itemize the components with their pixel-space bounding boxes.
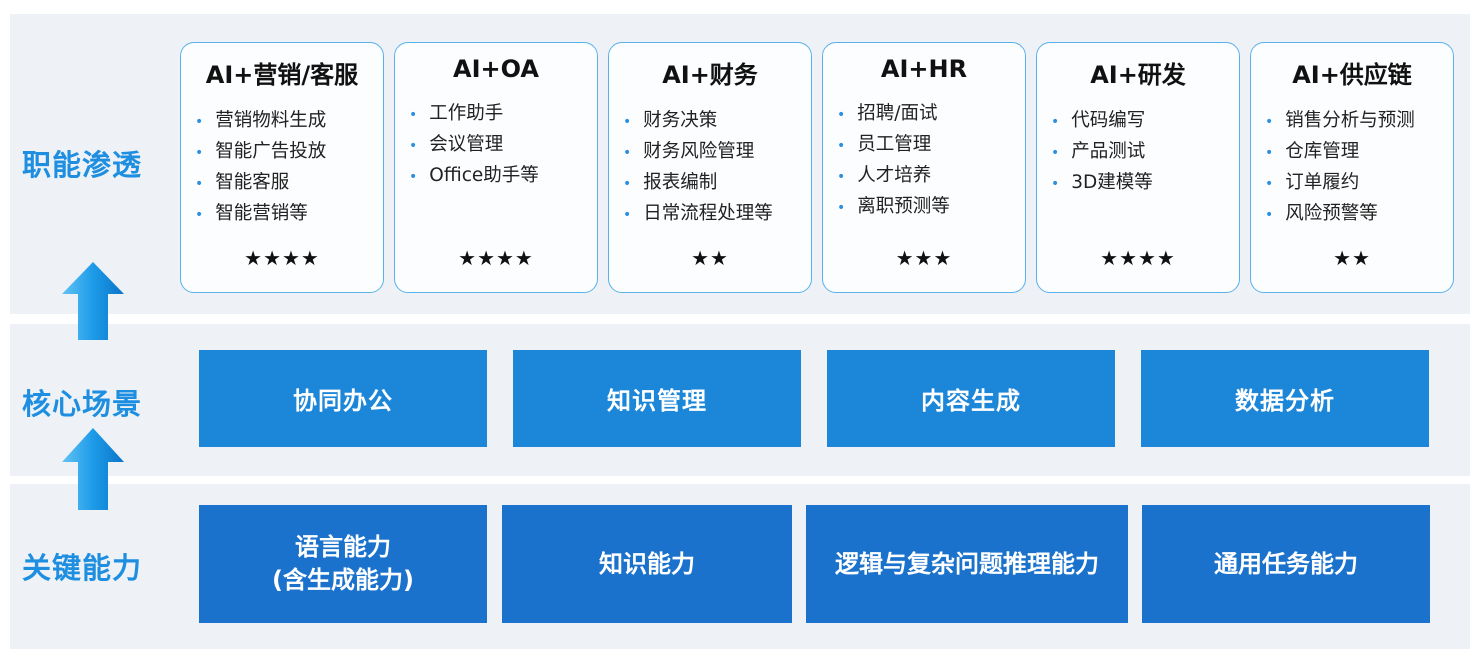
card-item-list: • 代码编写 • 产品测试 • 3D建模等 (1037, 106, 1239, 199)
capability-label: 通用任务能力 (1214, 549, 1358, 578)
list-item: • 日常流程处理等 (623, 203, 773, 224)
list-item: • 代码编写 (1051, 110, 1146, 131)
list-item: • 财务风险管理 (623, 141, 755, 162)
capability-label: 逻辑与复杂问题推理能力 (835, 549, 1099, 578)
bullet-icon: • (1051, 114, 1060, 130)
list-item: • Office助手等 (409, 165, 539, 186)
card-title: AI+供应链 (1292, 61, 1412, 89)
list-item: • 风险预警等 (1265, 203, 1378, 224)
list-item: • 离职预测等 (837, 196, 950, 217)
scenario-box: 知识管理 (513, 350, 801, 447)
bullet-icon: • (623, 176, 632, 192)
bullet-icon: • (1265, 176, 1274, 192)
capability-box: 逻辑与复杂问题推理能力 (806, 505, 1128, 623)
capability-box: 语言能力 (含生成能力) (199, 505, 487, 623)
bullet-icon: • (837, 138, 846, 154)
list-item: • 智能营销等 (195, 203, 308, 224)
bullet-icon: • (195, 176, 204, 192)
card-title: AI+研发 (1090, 61, 1186, 89)
bullet-icon: • (1265, 114, 1274, 130)
list-item: • 报表编制 (623, 172, 718, 193)
scenario-box: 内容生成 (827, 350, 1115, 447)
bullet-icon: • (1051, 176, 1060, 192)
capabilities-row-label: 关键能力 (22, 551, 143, 585)
card-item-list: • 工作助手 • 会议管理 • Office助手等 (395, 99, 597, 192)
list-item: • 招聘/面试 (837, 103, 938, 124)
card-title: AI+OA (453, 55, 539, 83)
capability-label: 语言能力 (295, 533, 391, 561)
scenario-box: 数据分析 (1141, 350, 1429, 447)
bullet-icon: • (837, 169, 846, 185)
list-item: • 智能客服 (195, 172, 290, 193)
up-arrow-icon (62, 262, 124, 340)
list-item: • 3D建模等 (1051, 172, 1153, 193)
list-item: • 员工管理 (837, 134, 932, 155)
list-item: • 会议管理 (409, 134, 504, 155)
bullet-icon: • (195, 145, 204, 161)
bullet-icon: • (623, 114, 632, 130)
up-arrow-icon (62, 428, 124, 510)
card-title: AI+HR (880, 55, 968, 83)
function-card: AI+HR • 招聘/面试 • 员工管理 • 人才培养 • 离职预测等 ★★★ (822, 42, 1026, 293)
capability-sublabel: (含生成能力) (272, 566, 414, 594)
function-card: AI+研发 • 代码编写 • 产品测试 • 3D建模等 ★★★★ (1036, 42, 1240, 293)
scenario-box: 协同办公 (199, 350, 487, 447)
list-item: • 产品测试 (1051, 141, 1146, 162)
star-rating: ★★★★ (244, 246, 320, 270)
function-card: AI+供应链 • 销售分析与预测 • 仓库管理 • 订单履约 • 风险预警等 ★★ (1250, 42, 1454, 293)
capability-box: 通用任务能力 (1142, 505, 1430, 623)
function-card: AI+OA • 工作助手 • 会议管理 • Office助手等 ★★★★ (394, 42, 598, 293)
bullet-icon: • (837, 107, 846, 123)
bullet-icon: • (409, 169, 418, 185)
function-card: AI+财务 • 财务决策 • 财务风险管理 • 报表编制 • 日常流程处理等 ★★ (608, 42, 812, 293)
star-rating: ★★ (691, 246, 729, 270)
list-item: • 财务决策 (623, 110, 718, 131)
card-item-list: • 销售分析与预测 • 仓库管理 • 订单履约 • 风险预警等 (1251, 106, 1453, 230)
bullet-icon: • (1265, 145, 1274, 161)
bullet-icon: • (195, 114, 204, 130)
card-title: AI+营销/客服 (205, 61, 359, 89)
bullet-icon: • (409, 138, 418, 154)
card-item-list: • 招聘/面试 • 员工管理 • 人才培养 • 离职预测等 (823, 99, 1025, 223)
list-item: • 仓库管理 (1265, 141, 1360, 162)
bullet-icon: • (1051, 145, 1060, 161)
list-item: • 智能广告投放 (195, 141, 327, 162)
card-item-list: • 财务决策 • 财务风险管理 • 报表编制 • 日常流程处理等 (609, 106, 811, 230)
star-rating: ★★★★ (1100, 246, 1176, 270)
function-card: AI+营销/客服 • 营销物料生成 • 智能广告投放 • 智能客服 • 智能营销等 ★★… (180, 42, 384, 293)
list-item: • 订单履约 (1265, 172, 1360, 193)
capability-box: 知识能力 (502, 505, 792, 623)
scenarios-row-label: 核心场景 (22, 387, 143, 421)
list-item: • 人才培养 (837, 165, 932, 186)
card-title: AI+财务 (662, 61, 758, 89)
capability-label: 知识能力 (599, 549, 695, 578)
bullet-icon: • (195, 207, 204, 223)
functions-row-label: 职能渗透 (22, 148, 143, 182)
card-item-list: • 营销物料生成 • 智能广告投放 • 智能客服 • 智能营销等 (181, 106, 383, 230)
bullet-icon: • (623, 207, 632, 223)
star-rating: ★★ (1333, 246, 1371, 270)
list-item: • 销售分析与预测 (1265, 110, 1415, 131)
list-item: • 工作助手 (409, 103, 504, 124)
star-rating: ★★★ (895, 246, 953, 270)
bullet-icon: • (623, 145, 632, 161)
bullet-icon: • (409, 107, 418, 123)
star-rating: ★★★★ (458, 246, 534, 270)
bullet-icon: • (1265, 207, 1274, 223)
bullet-icon: • (837, 200, 846, 216)
list-item: • 营销物料生成 (195, 110, 327, 131)
